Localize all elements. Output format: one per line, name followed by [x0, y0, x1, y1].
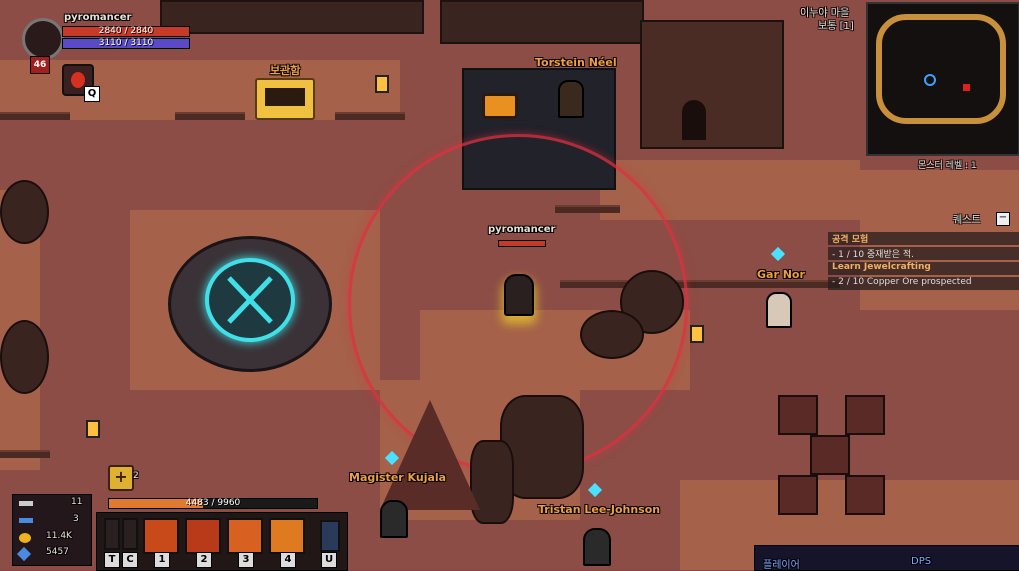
tree-stump [580, 310, 644, 359]
skill-slot-1[interactable] [143, 518, 179, 554]
potion-key: Q [84, 86, 100, 102]
dirt-path [0, 60, 400, 120]
training-dummy[interactable] [778, 475, 818, 515]
training-dummy[interactable] [845, 395, 885, 435]
player-character[interactable] [504, 274, 534, 316]
xp-bar: 4483 / 9960 [108, 498, 318, 509]
quest-header: 퀘스트 [953, 215, 981, 226]
quest-progress: - 1 / 10 중재받은 적. [828, 247, 1019, 260]
tree-stump [0, 320, 49, 394]
skill-key-1: 1 [154, 552, 170, 568]
blue-key-count: 3 [73, 514, 79, 524]
lantern [86, 420, 100, 438]
quest-progress: - 2 / 10 Copper Ore prospected [828, 277, 1019, 290]
npc-magister-label: Magister Kujala [349, 471, 447, 484]
skill-slot-t[interactable] [104, 518, 120, 550]
building-top-left [160, 0, 424, 34]
quest-collapse-button[interactable]: − [996, 212, 1010, 226]
hp-bar: 2840 / 2840 [62, 26, 190, 37]
fence [335, 112, 405, 120]
npc-torstein-label: Torstein Néel [535, 56, 617, 69]
quest-title[interactable]: 공격 모험 [828, 232, 1019, 245]
npc-magister[interactable] [380, 500, 408, 538]
skill-key-3: 3 [238, 552, 254, 568]
npc-torstein[interactable] [558, 80, 584, 118]
blue-key-icon [19, 518, 33, 523]
level-badge: 46 [30, 56, 50, 74]
skill-key-4: 4 [280, 552, 296, 568]
quest-diamond-icon [770, 246, 786, 262]
resource-panel: 11 3 11.4K 5457 [12, 494, 92, 566]
storage-chest[interactable] [255, 78, 315, 120]
storage-label: 보관함 [270, 64, 301, 77]
skill-slot-2[interactable] [185, 518, 221, 554]
player-overhead-hpbar [498, 240, 546, 247]
zone-difficulty: 보통 [1] [818, 21, 854, 32]
skill-key-t: T [104, 552, 120, 568]
npc-tristan-label: Tristan Lee-Johnson [538, 503, 661, 516]
fence [0, 450, 50, 458]
attribute-points: 2 [133, 471, 139, 481]
fence [0, 112, 70, 120]
player-overhead-name: pyromancer [488, 224, 556, 235]
hp-text: 2840 / 2840 [98, 26, 154, 36]
forge-cauldron[interactable] [482, 93, 518, 119]
ultimate-slot[interactable] [320, 520, 340, 552]
dps-meter-panel: 플레이어 DPS [754, 545, 1019, 571]
player-name: pyromancer [64, 12, 132, 23]
training-dummy[interactable] [778, 395, 818, 435]
building-top [440, 0, 644, 44]
minimap-marker [924, 74, 936, 86]
skill-key-u: U [321, 552, 337, 568]
game-world[interactable]: 보관함 Torstein Néel Gar Nor Magister Kujal… [0, 0, 1019, 571]
gold-icon [19, 533, 31, 543]
quest-diamond-icon [587, 482, 603, 498]
mana-text: 3110 / 3110 [98, 38, 154, 48]
quest-tracker: 공격 모험 - 1 / 10 중재받은 적. Learn Jewelcrafti… [828, 232, 1019, 292]
xp-text: 4483 / 9960 [185, 498, 241, 508]
attribute-plus-button[interactable]: + [108, 465, 134, 491]
skill-slot-4[interactable] [269, 518, 305, 554]
skill-key-c: C [122, 552, 138, 568]
portal-x-icon [227, 276, 273, 324]
skill-slot-3[interactable] [227, 518, 263, 554]
gold-count: 11.4K [46, 531, 72, 541]
skill-slot-c[interactable] [122, 518, 138, 550]
building-door[interactable] [682, 100, 706, 140]
monster-level: 몬스터 레벨 : 1 [918, 161, 977, 171]
gem-icon [16, 546, 32, 562]
minimap-path [876, 14, 1006, 124]
lantern [690, 325, 704, 343]
building-right [640, 20, 784, 149]
portal-rune-circle[interactable] [205, 258, 295, 342]
training-dummy[interactable] [845, 475, 885, 515]
mana-bar: 3110 / 3110 [62, 38, 190, 49]
quest-title[interactable]: Learn Jewelcrafting [828, 262, 1019, 275]
fence [175, 112, 245, 120]
player-portrait[interactable] [22, 18, 64, 60]
silver-key-icon [19, 501, 33, 506]
training-dummy[interactable] [810, 435, 850, 475]
minimap-marker [963, 84, 970, 91]
level-text: 46 [33, 60, 47, 70]
potion-icon [71, 72, 85, 88]
tree-stump [0, 180, 49, 244]
npc-gar-nor[interactable] [766, 292, 792, 328]
minimap[interactable] [866, 2, 1019, 156]
skill-key-2: 2 [196, 552, 212, 568]
npc-gar-nor-label: Gar Nor [757, 268, 805, 281]
silver-key-count: 11 [71, 497, 83, 507]
dps-label: DPS [911, 556, 932, 567]
npc-tristan[interactable] [583, 528, 611, 566]
lantern [375, 75, 389, 93]
gem-count: 5457 [46, 547, 69, 557]
